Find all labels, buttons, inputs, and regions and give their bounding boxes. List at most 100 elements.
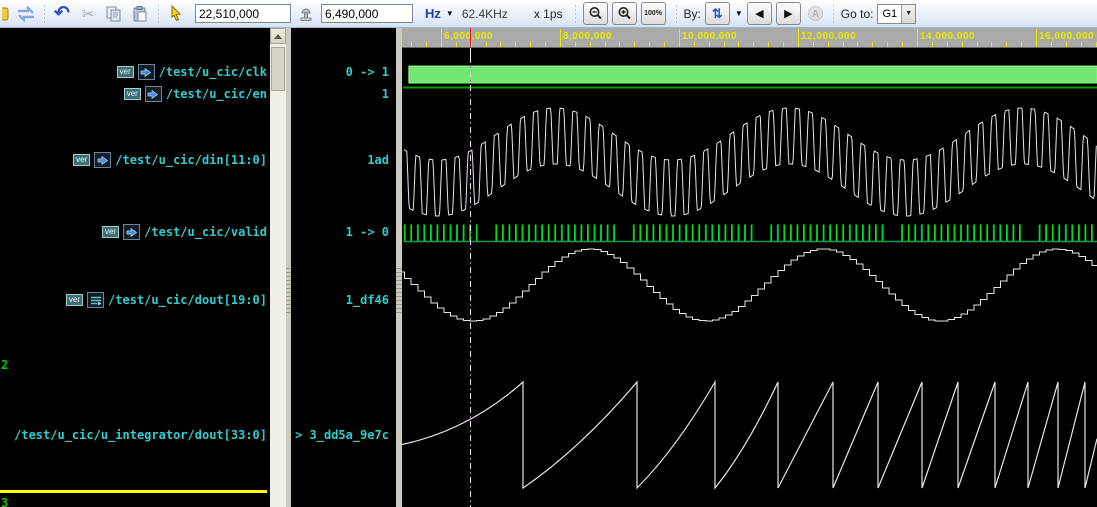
now-time-field[interactable] (195, 4, 291, 23)
waveform-canvas[interactable]: 6,000,0008,000,00010,000,00012,000,00014… (402, 28, 1097, 507)
output-port-icon (87, 292, 104, 308)
ver-badge: ver (117, 66, 134, 78)
ruler-minor-tick (783, 42, 784, 47)
ruler-minor-tick (1006, 42, 1007, 47)
goto-combo[interactable]: G1 ▼ (877, 4, 916, 24)
toolbar: ↶ ✂ Hz ▼ 62.4KHz x 1ps 100% (0, 0, 1097, 28)
signal-row[interactable]: ver/test/u_cic/en (124, 86, 267, 102)
zoom-full-button[interactable]: 100% (641, 2, 666, 25)
goto-dropdown-icon[interactable]: ▼ (901, 5, 915, 23)
time-cursor-line[interactable] (470, 57, 471, 507)
ruler-tick-label: 16,000,000 (1039, 31, 1094, 42)
goto-label: Go to: (841, 7, 874, 21)
signal-value-row[interactable]: 0 -> 1 (346, 64, 389, 80)
signal-value-row[interactable]: > 3_dd5a_9e7c (295, 427, 389, 443)
toolbar-separator (831, 5, 837, 23)
ruler-cursor-line[interactable] (470, 28, 471, 48)
expand-icon[interactable]: ⇅ (705, 2, 730, 25)
signal-value-row[interactable]: 1ad (367, 152, 389, 168)
svg-text:A: A (812, 9, 819, 20)
ruler-minor-tick (456, 42, 457, 47)
stamp-icon[interactable] (295, 4, 317, 24)
signal-row[interactable]: /test/u_cic/u_integrator/dout[33:0] (14, 427, 267, 443)
pointer-icon[interactable] (165, 4, 187, 24)
input-port-icon (145, 86, 162, 102)
zoom-full-label: 100% (644, 10, 662, 17)
signal-value: 1 (382, 87, 389, 101)
ruler-minor-tick (634, 42, 635, 47)
ruler-tick-label: 12,000,000 (801, 31, 856, 42)
goto-value: G1 (878, 8, 901, 20)
wave-viewer-window: ↶ ✂ Hz ▼ 62.4KHz x 1ps 100% (0, 0, 1097, 507)
signal-row[interactable]: ver/test/u_cic/clk (117, 64, 268, 80)
ruler-minor-tick (486, 42, 487, 47)
ruler-tick-label: 8,000,000 (563, 31, 612, 42)
scrollbar-thumb[interactable] (271, 47, 285, 91)
ruler-minor-tick (902, 42, 903, 47)
zoom-out-button[interactable] (583, 2, 608, 25)
cut-icon[interactable]: ✂ (77, 4, 99, 24)
signal-name: /test/u_cic/din[11:0] (115, 153, 267, 167)
ruler-minor-tick (857, 42, 858, 47)
ruler-minor-tick (530, 42, 531, 47)
input-port-icon (94, 152, 111, 168)
signal-value: 1_df46 (346, 293, 389, 307)
copy-icon[interactable] (103, 4, 125, 24)
waveform-traces (402, 28, 1097, 507)
scrollbar-up-icon[interactable] (270, 28, 286, 44)
resolution-label: x 1ps (534, 7, 563, 21)
ruler-minor-tick (753, 42, 754, 47)
freq-unit-dropdown-icon[interactable]: ▼ (446, 9, 454, 18)
ver-badge: ver (124, 88, 141, 100)
ruler-minor-tick (515, 42, 516, 47)
ruler-minor-tick (605, 42, 606, 47)
document-icon[interactable] (2, 4, 11, 24)
signal-value-row[interactable]: 1 (382, 86, 389, 102)
names-scrollbar[interactable] (270, 28, 286, 507)
signal-value: > 3_dd5a_9e7c (295, 428, 389, 442)
prev-icon[interactable]: ◀ (747, 2, 772, 25)
ruler-minor-tick (1021, 42, 1022, 47)
ruler-major-tick (917, 29, 918, 47)
signal-name: /test/u_cic/en (166, 87, 267, 101)
zoom-in-button[interactable] (612, 2, 637, 25)
cursor-time-field[interactable] (321, 4, 413, 23)
ruler-major-tick (798, 29, 799, 47)
ruler-minor-tick (887, 42, 888, 47)
ruler-minor-tick (947, 42, 948, 47)
signal-value-row[interactable]: 1 -> 0 (346, 224, 389, 240)
ruler-minor-tick (1051, 42, 1052, 47)
ruler-minor-tick (411, 42, 412, 47)
next-icon[interactable]: ▶ (776, 2, 801, 25)
signal-names-panel[interactable]: 2 3 ver/test/u_cic/clkver/test/u_cic/env… (0, 28, 270, 507)
ruler-minor-tick (724, 42, 725, 47)
ruler-minor-tick (991, 42, 992, 47)
input-port-icon (123, 224, 140, 240)
signal-values-panel[interactable]: 0 -> 1 1 1ad 1 -> 0 1_df46 > 3_dd5a_9e7c (291, 28, 396, 507)
signal-row[interactable]: ver/test/u_cic/dout[19:0] (66, 292, 267, 308)
signal-name: /test/u_cic/valid (144, 225, 267, 239)
ruler-minor-tick (1081, 42, 1082, 47)
signal-row[interactable]: ver/test/u_cic/din[11:0] (73, 152, 267, 168)
ruler-major-tick (679, 29, 680, 47)
signal-row[interactable]: ver/test/u_cic/valid (102, 224, 267, 240)
ruler-minor-tick (694, 42, 695, 47)
cursor-separator-bar[interactable] (0, 490, 267, 493)
freq-unit-label[interactable]: Hz (425, 6, 441, 21)
signal-value-row[interactable]: 1_df46 (346, 292, 389, 308)
ruler-minor-tick (575, 42, 576, 47)
ruler-major-tick (1036, 29, 1037, 47)
ver-badge: ver (102, 226, 119, 238)
time-ruler[interactable]: 6,000,0008,000,00010,000,00012,000,00014… (402, 28, 1097, 48)
ruler-minor-tick (664, 42, 665, 47)
toolbar-separator (573, 5, 579, 23)
toolbar-separator (674, 5, 680, 23)
ruler-minor-tick (1096, 42, 1097, 47)
undo-icon[interactable]: ↶ (51, 4, 73, 24)
ruler-minor-tick (426, 42, 427, 47)
paste-icon[interactable] (129, 4, 151, 24)
expand-dropdown-icon[interactable]: ▼ (735, 9, 743, 18)
ruler-minor-tick (500, 42, 501, 47)
exchange-icon[interactable] (15, 4, 37, 24)
ruler-minor-tick (1066, 42, 1067, 47)
